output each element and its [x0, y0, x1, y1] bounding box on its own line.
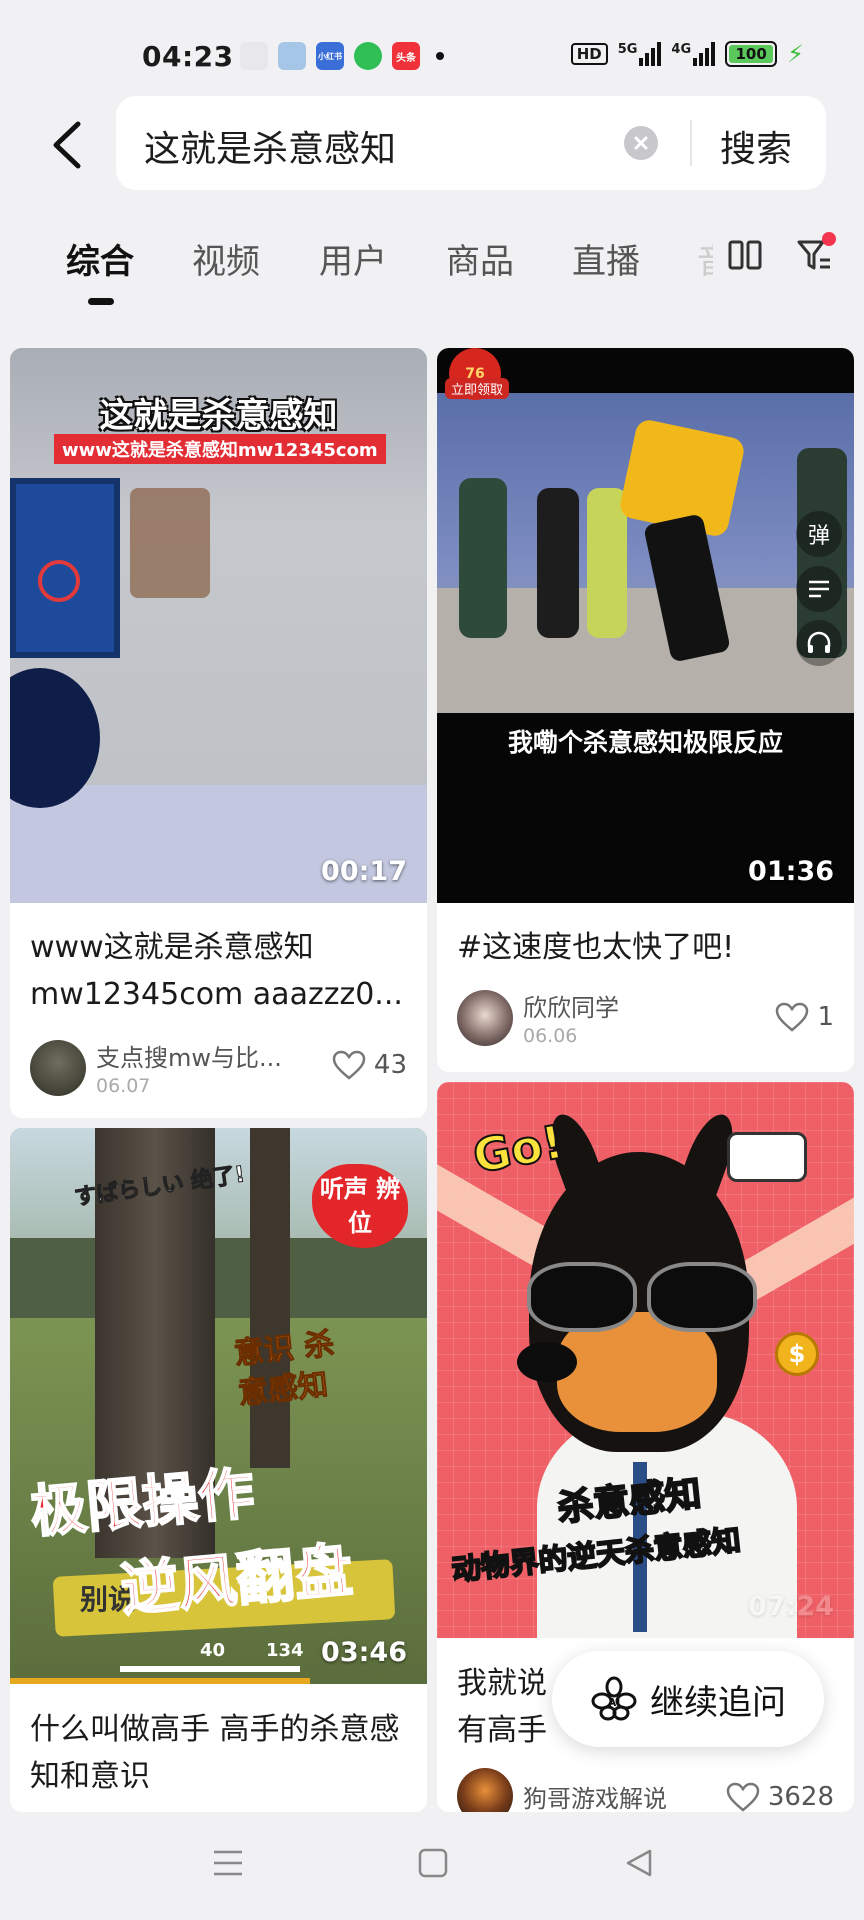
author-info[interactable]: 支点搜mw与比... 06.07: [30, 1038, 282, 1097]
hud-number: 40: [200, 1640, 226, 1661]
video-duration: 00:17: [321, 856, 407, 887]
continue-asking-button[interactable]: AI 继续追问: [552, 1651, 824, 1747]
ai-flower-icon: AI: [591, 1676, 637, 1721]
overlay-title: 这就是杀意感知: [99, 396, 338, 436]
result-card-3[interactable]: すばらしい 绝了! 听声 辨位 意识 杀意感知 极限操作 别说 逆风翻盘 40 …: [10, 1128, 427, 1812]
close-icon: [634, 136, 648, 150]
likes[interactable]: 1: [775, 1002, 834, 1032]
author-name: 欣欣同学: [523, 994, 619, 1022]
clear-search-button[interactable]: [624, 126, 658, 160]
tab-active-indicator: [88, 298, 114, 305]
continue-asking-label: 继续追问: [650, 1682, 786, 1723]
card-title: www这就是杀意感知 mw12345com aaazzz0...: [30, 930, 403, 1012]
likes-count: 43: [373, 1050, 407, 1080]
search-input[interactable]: 这就是杀意感知: [144, 120, 396, 172]
ai-badge: AI: [608, 1696, 621, 1709]
status-time: 04:23: [142, 40, 234, 73]
filter-badge: [822, 232, 836, 246]
search-submit-button[interactable]: 搜索: [720, 120, 792, 172]
danmaku-toggle-icon[interactable]: 弹: [796, 511, 842, 557]
tab-video[interactable]: 视频: [192, 234, 260, 283]
app-1-icon: [240, 42, 268, 70]
notification-icons: 小红书 头条: [240, 42, 444, 70]
back-arrow-icon: [53, 121, 81, 169]
signal-5g-icon: 5G: [618, 42, 662, 66]
card-title: 我就说 有高手: [457, 1666, 547, 1748]
video-thumbnail[interactable]: すばらしい 绝了! 听声 辨位 意识 杀意感知 极限操作 别说 逆风翻盘 40 …: [10, 1128, 427, 1684]
video-thumbnail[interactable]: 这就是杀意感知 www这就是杀意感知mw12345com 00:17: [10, 348, 427, 903]
app-2-icon: [278, 42, 306, 70]
result-tabs: 综合 视频 用户 商品 直播 音: [0, 228, 864, 308]
author-info[interactable]: 狗哥游戏解说: [457, 1768, 667, 1812]
headphones-icon[interactable]: [796, 620, 842, 666]
overlay-caption: 我嘞个杀意感知极限反应: [507, 728, 783, 757]
likes[interactable]: 43: [332, 1050, 407, 1080]
more-notifications-dot: [436, 52, 444, 60]
author-avatar[interactable]: [457, 989, 513, 1046]
likes-count: 3628: [767, 1782, 834, 1812]
layout-toggle-icon[interactable]: [728, 240, 762, 270]
post-date: 06.07: [96, 1075, 151, 1097]
app-4-icon: [354, 42, 382, 70]
tab-users[interactable]: 用户: [319, 234, 387, 283]
author-name: 支点搜mw与比...: [96, 1044, 282, 1072]
author-avatar[interactable]: [30, 1039, 86, 1096]
battery-level: 100: [735, 45, 767, 63]
post-date: 06.06: [523, 1025, 578, 1047]
card-title: #这速度也太快了吧!: [457, 930, 735, 965]
signal-4g-label: 4G: [671, 42, 692, 57]
video-thumbnail[interactable]: 76 立即领取 弹 我嘞个杀意感知极限反应 01:36: [437, 348, 854, 903]
coupon-badge-label[interactable]: 立即领取: [445, 378, 510, 399]
author-name: 狗哥游戏解说: [523, 1784, 667, 1813]
author-info[interactable]: 欣欣同学 06.06: [457, 988, 619, 1047]
tab-products[interactable]: 商品: [446, 234, 514, 283]
video-thumbnail[interactable]: Go! $ 杀意感知 动物界的逆天杀意感知 07:24: [437, 1082, 854, 1638]
battery-icon: 100: [725, 41, 778, 67]
status-bar: 04:23 小红书 头条 HD 5G 4G 100 ⚡: [0, 0, 864, 110]
signal-5g-label: 5G: [617, 42, 638, 57]
coin-icon: $: [775, 1332, 819, 1376]
author-avatar[interactable]: [457, 1768, 513, 1812]
video-duration: 07:24: [748, 1591, 834, 1622]
hd-voice-icon: HD: [570, 43, 608, 65]
search-divider: [690, 120, 692, 166]
overlay-orange-label: 意识 杀意感知: [232, 1326, 337, 1412]
charging-icon: ⚡: [787, 40, 804, 68]
menu-icon[interactable]: [212, 1848, 244, 1878]
card-title: 什么叫做高手 高手的杀意感知和意识: [30, 1712, 400, 1794]
system-nav-bar: [0, 1812, 864, 1920]
gamepad-icon: [727, 1132, 807, 1182]
hud-number-2: 134: [266, 1640, 304, 1661]
tab-live[interactable]: 直播: [572, 234, 640, 283]
video-duration: 01:36: [748, 856, 834, 887]
video-duration: 03:46: [321, 1637, 407, 1668]
result-card-1[interactable]: 这就是杀意感知 www这就是杀意感知mw12345com 00:17 www这就…: [10, 348, 427, 1118]
result-card-2[interactable]: 76 立即领取 弹 我嘞个杀意感知极限反应 01:36 #这速度也太快了吧! 欣…: [437, 348, 854, 1072]
overlay-subtitle: www这就是杀意感知mw12345com: [54, 434, 386, 464]
toutiao-icon: 头条: [392, 42, 420, 70]
tab-comprehensive[interactable]: 综合: [66, 234, 134, 283]
likes[interactable]: 3628: [726, 1782, 834, 1812]
signal-4g-icon: 4G: [671, 42, 716, 66]
likes-count: 1: [817, 1002, 834, 1032]
xiaohongshu-icon: 小红书: [316, 42, 344, 70]
back-button[interactable]: [42, 115, 92, 175]
home-icon[interactable]: [418, 1848, 448, 1878]
system-indicators: HD 5G 4G 100 ⚡: [570, 40, 804, 68]
heart-icon: [776, 1002, 809, 1032]
list-icon[interactable]: [796, 566, 842, 612]
search-bar[interactable]: 这就是杀意感知 搜索: [116, 96, 826, 190]
tab-music[interactable]: 音: [697, 234, 713, 283]
heart-icon: [332, 1050, 366, 1080]
heart-icon: [726, 1782, 760, 1812]
back-nav-icon[interactable]: [624, 1848, 654, 1878]
